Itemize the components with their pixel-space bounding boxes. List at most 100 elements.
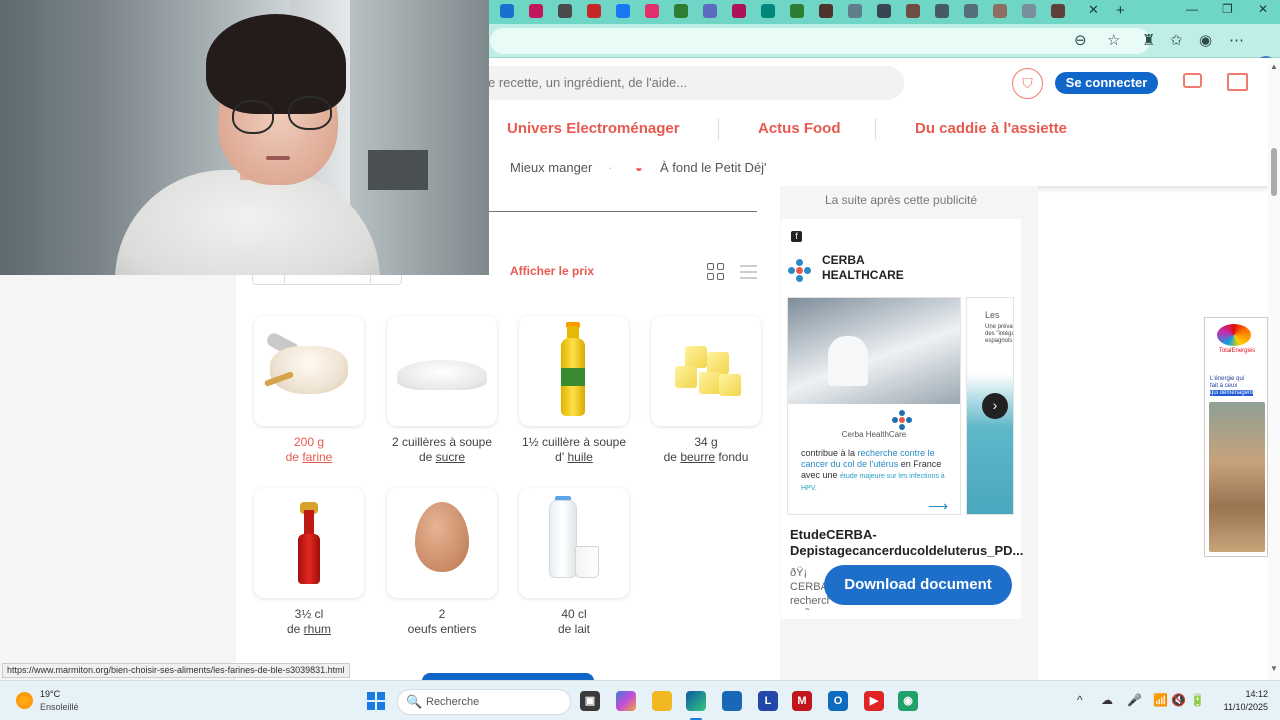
- login-button[interactable]: Se connecter: [1055, 72, 1158, 94]
- ingredient-card-lait[interactable]: [519, 488, 629, 598]
- advertiser-name[interactable]: CERBA HEALTHCARE: [822, 253, 942, 283]
- tab-favicon-icon[interactable]: [616, 4, 630, 18]
- nav-caddie[interactable]: Du caddie à l'assiette: [915, 120, 1067, 137]
- tab-favicon-icon[interactable]: [674, 4, 688, 18]
- tab-favicon-icon[interactable]: [645, 4, 659, 18]
- tab-favicon-icon[interactable]: [906, 4, 920, 18]
- tab-favicon-icon[interactable]: [935, 4, 949, 18]
- ingredient-prefix: de lait: [557, 622, 591, 636]
- windows-start-icon[interactable]: [367, 692, 385, 710]
- newsletter-icon[interactable]: [1227, 73, 1248, 91]
- tab-favicon-icon[interactable]: [558, 4, 572, 18]
- list-view-icon[interactable]: [740, 263, 757, 280]
- microphone-icon[interactable]: 🎤: [1127, 693, 1142, 707]
- ingredient-link-sucre[interactable]: sucre: [436, 450, 465, 464]
- tab-favicon-icon[interactable]: [732, 4, 746, 18]
- grid-view-icon[interactable]: [707, 263, 725, 281]
- url-field[interactable]: [490, 28, 1150, 54]
- nav-petit-dej[interactable]: À fond le Petit Déj': [660, 160, 767, 175]
- more-menu-icon[interactable]: ⋯: [1229, 31, 1244, 49]
- ad-document-title[interactable]: EtudeCERBA-Depistagecancerducoldeluterus…: [790, 527, 1023, 559]
- ingredient-label-huile: 1½ cuillère à soupe d' huile: [509, 435, 639, 465]
- sun-icon[interactable]: [16, 692, 33, 709]
- oil-label-image: [561, 368, 585, 386]
- sugar-image: [397, 360, 487, 390]
- app-l-icon[interactable]: L: [758, 691, 778, 711]
- favorites-icon[interactable]: ✩: [1170, 31, 1183, 49]
- ingredient-quantity: 2 cuillères à soupe: [391, 435, 493, 449]
- clock-date[interactable]: 11/10/2025: [1216, 702, 1268, 712]
- tab-favicon-icon[interactable]: [529, 4, 543, 18]
- tab-favicon-icon[interactable]: [790, 4, 804, 18]
- maximize-button[interactable]: ❐: [1222, 2, 1233, 16]
- scroll-up-icon[interactable]: ▲: [1270, 62, 1278, 71]
- basket-icon[interactable]: ⛉: [1012, 68, 1043, 99]
- tab-favicon-icon[interactable]: [993, 4, 1007, 18]
- tab-favicon-icon[interactable]: [587, 4, 601, 18]
- ingredient-card-sucre[interactable]: [387, 316, 497, 426]
- mcafee-icon[interactable]: M: [792, 691, 812, 711]
- show-price-button[interactable]: Afficher le prix: [510, 264, 594, 278]
- copilot-app-icon[interactable]: [616, 691, 636, 711]
- onedrive-icon[interactable]: ☁: [1101, 693, 1113, 707]
- task-view-icon[interactable]: ▣: [580, 691, 600, 711]
- ingredient-link-rhum[interactable]: rhum: [304, 622, 331, 636]
- profile-icon[interactable]: ◉: [1199, 31, 1212, 49]
- ingredient-link-huile[interactable]: huile: [567, 450, 592, 464]
- site-settings-icon[interactable]: ⊖: [1074, 31, 1087, 49]
- tab-favicon-icon[interactable]: [877, 4, 891, 18]
- clock-time[interactable]: 14:12: [1236, 689, 1268, 699]
- store-icon[interactable]: [722, 691, 742, 711]
- taskbar-search[interactable]: 🔍 Recherche: [397, 689, 571, 715]
- tab-favicon-icon[interactable]: [500, 4, 514, 18]
- tray-overflow-icon[interactable]: ^: [1077, 693, 1083, 707]
- file-explorer-icon[interactable]: [652, 691, 672, 711]
- weather-temperature[interactable]: 19°C: [40, 689, 60, 699]
- battery-icon[interactable]: 🔋: [1190, 693, 1205, 707]
- ingredient-card-oeufs[interactable]: [387, 488, 497, 598]
- milk-glass-image: [575, 546, 599, 578]
- tab-favicon-icon[interactable]: [703, 4, 717, 18]
- volume-muted-icon[interactable]: 🔇: [1171, 693, 1186, 707]
- scroll-down-icon[interactable]: ▼: [1270, 664, 1278, 673]
- download-document-button[interactable]: Download document: [824, 565, 1012, 605]
- ingredient-card-rhum[interactable]: [254, 488, 364, 598]
- taskbar: 19°C Ensoleillé 🔍 Recherche ▣ L M O ▶ ◉ …: [0, 680, 1280, 720]
- new-tab-button[interactable]: +: [1116, 2, 1125, 19]
- tab-favicon-icon[interactable]: [1022, 4, 1036, 18]
- nav-actus-food[interactable]: Actus Food: [758, 120, 841, 137]
- close-window-button[interactable]: ✕: [1258, 2, 1268, 16]
- side-banner-ad[interactable]: TotalEnergies L'énergie qui fait à ceux qu…: [1204, 317, 1268, 557]
- wifi-icon[interactable]: 📶: [1153, 693, 1168, 707]
- page-scrollbar[interactable]: ▲ ▼: [1268, 58, 1280, 680]
- minimize-button[interactable]: —: [1186, 2, 1198, 16]
- ad-carousel-card[interactable]: Cerba HealthCare contribue à la recherch…: [787, 297, 961, 515]
- ingredient-card-beurre[interactable]: [651, 316, 761, 426]
- tab-favicon-icon[interactable]: [848, 4, 862, 18]
- tab-favicon-icon[interactable]: [964, 4, 978, 18]
- nav-electromenager[interactable]: Univers Electroménager: [507, 120, 680, 137]
- cerba-logo-icon[interactable]: [788, 259, 812, 283]
- ingredient-quantity: 1½ cuillère à soupe: [521, 435, 627, 449]
- edge-browser-icon[interactable]: [686, 691, 706, 711]
- ingredient-link-farine[interactable]: farine: [302, 450, 332, 464]
- weather-description[interactable]: Ensoleillé: [40, 702, 79, 712]
- ingredient-link-beurre[interactable]: beurre: [680, 450, 715, 464]
- tab-favicon-icon[interactable]: [761, 4, 775, 18]
- site-search-input[interactable]: e recette, un ingrédient, de l'aide...: [470, 66, 904, 100]
- extension-icon[interactable]: ♜: [1142, 31, 1155, 49]
- youtube-icon[interactable]: ▶: [864, 691, 884, 711]
- mail-icon[interactable]: [1183, 73, 1202, 88]
- nav-mieux-manger[interactable]: Mieux manger: [510, 160, 592, 175]
- carousel-next-button[interactable]: ›: [982, 393, 1008, 419]
- favorite-star-icon[interactable]: ☆: [1107, 31, 1120, 49]
- outlook-icon[interactable]: O: [828, 691, 848, 711]
- close-tab-icon[interactable]: ✕: [1088, 2, 1099, 18]
- ingredient-card-farine[interactable]: [254, 316, 364, 426]
- tab-favicon-icon[interactable]: [819, 4, 833, 18]
- tab-favicon-icon[interactable]: [1051, 4, 1065, 18]
- scroll-thumb[interactable]: [1271, 148, 1277, 196]
- ingredient-card-huile[interactable]: [519, 316, 629, 426]
- page-margin-left: [0, 275, 236, 680]
- camera-app-icon[interactable]: ◉: [898, 691, 918, 711]
